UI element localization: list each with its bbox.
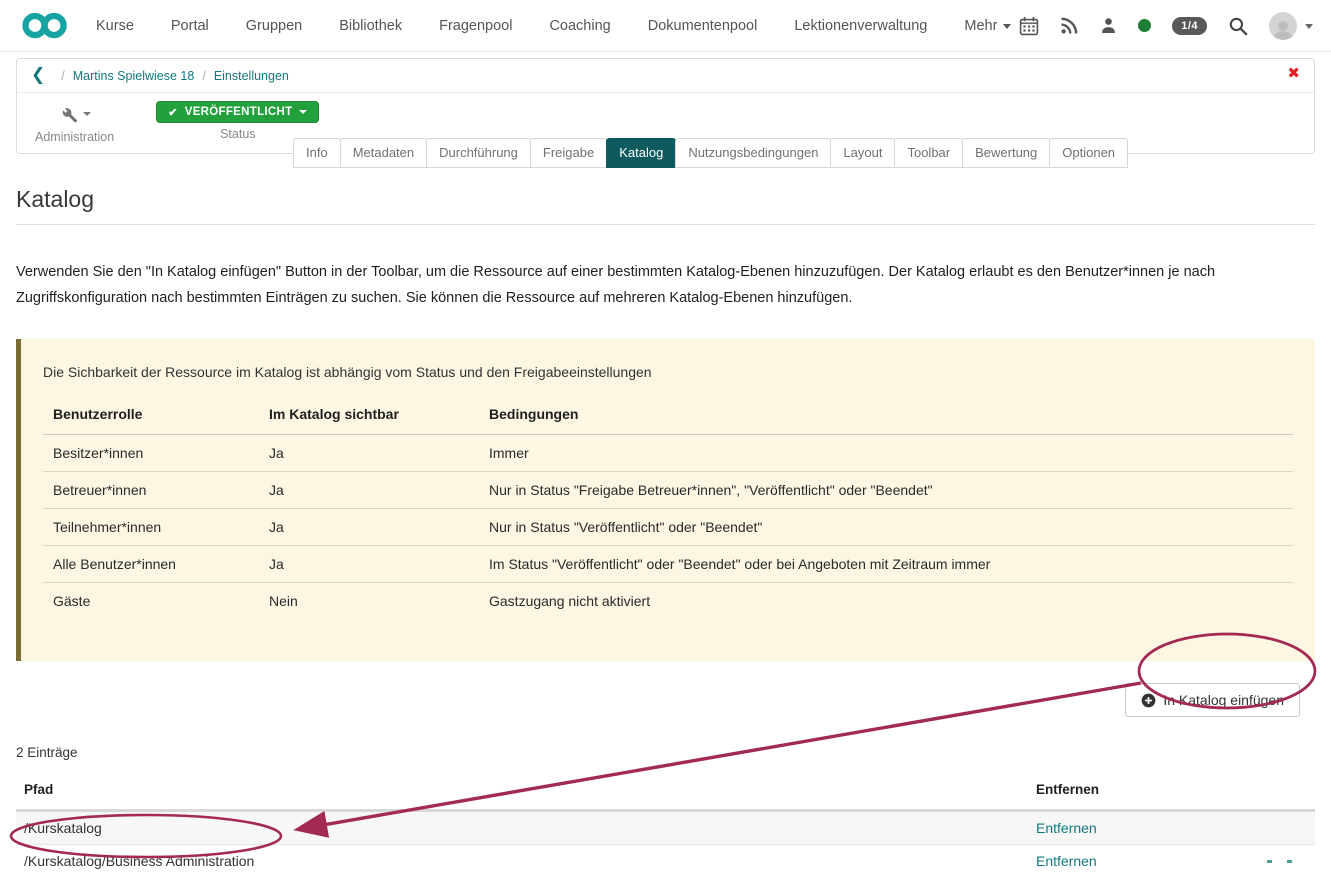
administration-label: Administration — [35, 130, 114, 144]
table-row: Betreuer*innen Ja Nur in Status "Freigab… — [43, 472, 1293, 509]
table-row: Gäste Nein Gastzugang nicht aktiviert — [43, 583, 1293, 620]
visible-cell: Ja — [259, 509, 479, 546]
top-navbar: Kurse Portal Gruppen Bibliothek Fragenpo… — [0, 0, 1331, 52]
search-icon[interactable] — [1228, 16, 1248, 36]
person-icon[interactable] — [1100, 16, 1117, 35]
status-value: VERÖFFENTLICHT — [185, 106, 293, 118]
toolbar-actions: In Katalog einfügen — [16, 683, 1315, 717]
condition-cell: Immer — [479, 435, 1293, 472]
tab-info[interactable]: Info — [293, 138, 341, 168]
calendar-icon[interactable] — [1019, 16, 1039, 36]
visibility-infobox: Die Sichbarkeit der Ressource im Katalog… — [16, 339, 1315, 661]
role-cell: Betreuer*innen — [43, 472, 259, 509]
table-row: /Kurskatalog/Business Administration Ent… — [16, 845, 1315, 874]
condition-cell: Nur in Status "Veröffentlicht" oder "Bee… — [479, 509, 1293, 546]
cutoff-footer-fragment — [1287, 860, 1292, 863]
column-header-benutzerrolle: Benutzerrolle — [43, 397, 259, 435]
table-row: Teilnehmer*innen Ja Nur in Status "Veröf… — [43, 509, 1293, 546]
nav-item-coaching[interactable]: Coaching — [549, 18, 610, 34]
main-menu: Kurse Portal Gruppen Bibliothek Fragenpo… — [96, 18, 1011, 34]
openolat-logo[interactable] — [20, 11, 70, 40]
tab-bewertung[interactable]: Bewertung — [962, 138, 1050, 168]
visible-cell: Nein — [259, 583, 479, 620]
condition-cell: Gastzugang nicht aktiviert — [479, 583, 1293, 620]
insert-button-label: In Katalog einfügen — [1163, 692, 1284, 708]
nav-item-kurse[interactable]: Kurse — [96, 18, 134, 34]
tab-layout[interactable]: Layout — [830, 138, 895, 168]
tab-freigabe[interactable]: Freigabe — [530, 138, 607, 168]
visible-cell: Ja — [259, 472, 479, 509]
status-caption: Status — [220, 127, 255, 141]
condition-cell: Im Status "Veröffentlicht" oder "Beendet… — [479, 546, 1293, 583]
navbar-right-tools: 1/4 — [1019, 12, 1313, 40]
tab-toolbar[interactable]: Toolbar — [894, 138, 963, 168]
administration-menu[interactable]: Administration — [35, 101, 114, 144]
table-row: Besitzer*innen Ja Immer — [43, 435, 1293, 472]
table-row: /Kurskatalog Entfernen — [16, 811, 1315, 845]
presence-dot[interactable] — [1138, 19, 1151, 32]
page-title: Katalog — [16, 186, 1315, 225]
nav-item-lektionenverwaltung[interactable]: Lektionenverwaltung — [794, 18, 927, 34]
nav-item-bibliothek[interactable]: Bibliothek — [339, 18, 402, 34]
user-menu[interactable] — [1269, 12, 1313, 40]
chevron-down-icon — [1305, 24, 1313, 29]
insert-into-catalog-button[interactable]: In Katalog einfügen — [1125, 683, 1300, 717]
status-group: ✔ VERÖFFENTLICHT Status — [156, 101, 319, 141]
close-icon[interactable]: ✖ — [1287, 66, 1300, 81]
settings-tab-bar: Info Metadaten Durchführung Freigabe Kat… — [294, 138, 1128, 168]
breadcrumb-course-link[interactable]: Martins Spielwiese 18 — [73, 69, 195, 83]
chevron-down-icon — [299, 110, 307, 114]
avatar — [1269, 12, 1297, 40]
rss-icon[interactable] — [1060, 16, 1079, 35]
entries-count: 2 Einträge — [16, 745, 1315, 760]
catalog-entries-table: Pfad Entfernen /Kurskatalog Entfernen /K… — [16, 772, 1315, 874]
katalog-settings-content: Katalog Verwenden Sie den "In Katalog ei… — [16, 186, 1315, 874]
tab-durchfuehrung[interactable]: Durchführung — [426, 138, 531, 168]
plus-circle-icon — [1141, 693, 1156, 708]
condition-cell: Nur in Status "Freigabe Betreuer*innen",… — [479, 472, 1293, 509]
table-row: Alle Benutzer*innen Ja Im Status "Veröff… — [43, 546, 1293, 583]
breadcrumb: ❮ / Martins Spielwiese 18 / Einstellunge… — [17, 59, 1314, 93]
breadcrumb-settings-link[interactable]: Einstellungen — [214, 69, 289, 83]
breadcrumb-separator: / — [61, 69, 64, 83]
cutoff-footer-fragment — [1267, 860, 1272, 863]
visible-cell: Ja — [259, 546, 479, 583]
wrench-icon — [59, 105, 78, 124]
column-header-bedingungen: Bedingungen — [479, 397, 1293, 435]
role-cell: Teilnehmer*innen — [43, 509, 259, 546]
remove-link[interactable]: Entfernen — [1036, 820, 1097, 836]
role-cell: Alle Benutzer*innen — [43, 546, 259, 583]
nav-item-gruppen[interactable]: Gruppen — [246, 18, 302, 34]
notification-badge[interactable]: 1/4 — [1172, 17, 1207, 35]
intro-text: Verwenden Sie den "In Katalog einfügen" … — [16, 259, 1315, 311]
infinity-icon — [20, 11, 70, 40]
path-cell: /Kurskatalog/Business Administration — [16, 845, 1028, 874]
tab-nutzungsbedingungen[interactable]: Nutzungsbedingungen — [675, 138, 831, 168]
visibility-table: Benutzerrolle Im Katalog sichtbar Beding… — [43, 397, 1293, 619]
tab-metadaten[interactable]: Metadaten — [340, 138, 427, 168]
status-dropdown-button[interactable]: ✔ VERÖFFENTLICHT — [156, 101, 319, 123]
mehr-label: Mehr — [964, 18, 997, 34]
role-cell: Besitzer*innen — [43, 435, 259, 472]
path-cell: /Kurskatalog — [16, 811, 1028, 845]
chevron-down-icon — [83, 112, 91, 116]
visible-cell: Ja — [259, 435, 479, 472]
nav-item-mehr[interactable]: Mehr — [964, 18, 1011, 34]
check-icon: ✔ — [168, 106, 178, 119]
tab-katalog[interactable]: Katalog — [606, 138, 676, 168]
breadcrumb-separator: / — [202, 69, 205, 83]
column-header-sichtbar: Im Katalog sichtbar — [259, 397, 479, 435]
nav-item-fragenpool[interactable]: Fragenpool — [439, 18, 512, 34]
column-header-pfad: Pfad — [16, 772, 1028, 811]
infobox-note: Die Sichbarkeit der Ressource im Katalog… — [43, 364, 1293, 380]
course-settings-panel: ❮ / Martins Spielwiese 18 / Einstellunge… — [16, 58, 1315, 154]
column-header-entfernen: Entfernen — [1028, 772, 1315, 811]
nav-item-dokumentenpool[interactable]: Dokumentenpool — [648, 18, 758, 34]
tab-optionen[interactable]: Optionen — [1049, 138, 1128, 168]
remove-link[interactable]: Entfernen — [1036, 853, 1097, 869]
back-chevron-icon[interactable]: ❮ — [31, 66, 45, 83]
role-cell: Gäste — [43, 583, 259, 620]
nav-item-portal[interactable]: Portal — [171, 18, 209, 34]
chevron-down-icon — [1003, 24, 1011, 29]
